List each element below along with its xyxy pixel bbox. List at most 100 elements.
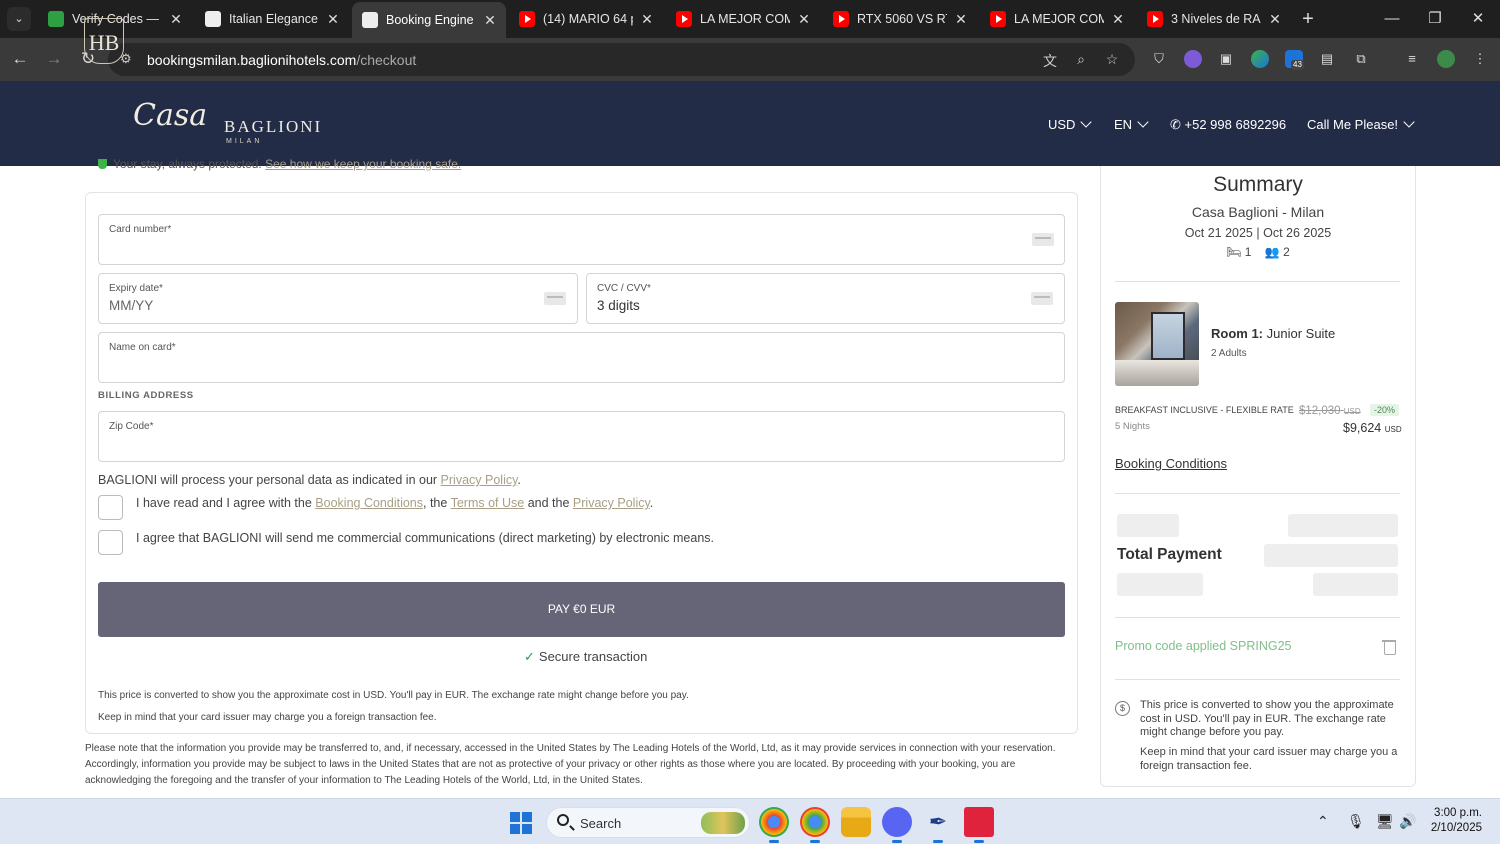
color-extension-icon[interactable] <box>1251 50 1269 68</box>
tab-la-mejor-comida-2[interactable]: LA MEJOR COMID ✕ <box>980 4 1134 34</box>
restore-button[interactable]: ❐ <box>1420 6 1450 32</box>
credit-card-icon <box>1032 233 1054 246</box>
phone-link[interactable]: ✆ +52 998 6892296 <box>1170 117 1286 133</box>
privacy-text: BAGLIONI will process your personal data… <box>98 473 438 487</box>
tab-la-mejor-comida-1[interactable]: LA MEJOR COMID ✕ <box>666 4 820 34</box>
search-highlight-icon <box>701 812 745 834</box>
terms-checkbox[interactable] <box>98 495 123 520</box>
call-me-dropdown[interactable]: Call Me Please! <box>1307 116 1415 132</box>
back-button[interactable]: ← <box>8 48 32 70</box>
room-label: Room 1: <box>1211 326 1263 341</box>
tab-search-button[interactable]: ⌄ <box>7 7 31 31</box>
close-icon[interactable]: ✕ <box>325 11 341 28</box>
language-label: EN <box>1114 117 1133 132</box>
room-photo-window <box>1151 312 1185 360</box>
summary-dates: Oct 21 2025 | Oct 26 2025 <box>1184 226 1332 240</box>
profile-avatar[interactable] <box>1437 50 1455 68</box>
badge-extension-icon[interactable]: 43 <box>1285 50 1304 70</box>
forward-button[interactable]: → <box>42 48 66 70</box>
minimize-button[interactable]: — <box>1377 6 1407 32</box>
red-app-icon[interactable] <box>964 807 994 843</box>
trash-icon[interactable] <box>1382 638 1396 655</box>
checkout-date: Oct 26 2025 <box>1263 226 1332 240</box>
translate-icon[interactable]: 文 <box>1040 51 1060 71</box>
room-photo[interactable] <box>1115 302 1199 386</box>
terms-consent: I have read and I agree with the Booking… <box>136 496 654 510</box>
zoom-icon[interactable]: ⌕ <box>1071 51 1091 68</box>
chrome-icon[interactable] <box>759 807 789 843</box>
bookmark-star-icon[interactable]: ☆ <box>1102 51 1122 68</box>
tab-title: Italian Elegance U <box>229 12 319 26</box>
system-clock[interactable]: 3:00 p.m. 2/10/2025 <box>1426 806 1482 836</box>
feather-app-icon[interactable]: ✒ <box>923 807 953 843</box>
tab-rtx-5060[interactable]: RTX 5060 VS RTX ✕ <box>823 4 977 34</box>
discounted-price-value: $9,624 <box>1343 421 1382 435</box>
chrome-profile-icon[interactable] <box>800 807 830 843</box>
summary-divider <box>1115 493 1400 494</box>
marketing-checkbox[interactable] <box>98 530 123 555</box>
phone-icon: ✆ <box>1170 117 1185 132</box>
taskbar-search[interactable]: Search <box>546 807 750 838</box>
data-transfer-disclaimer: Please note that the information you pro… <box>85 743 1056 786</box>
hotel-crest-logo[interactable]: HB <box>84 18 124 64</box>
tab-niveles-ram[interactable]: 3 Niveles de RAM ✕ <box>1137 4 1291 34</box>
booking-conditions-link[interactable]: Booking Conditions <box>315 496 423 510</box>
summary-currency-note: This price is converted to show you the … <box>1140 699 1394 738</box>
microphone-icon[interactable]: 🎙 <box>1347 813 1365 830</box>
privacy-policy-link[interactable]: Privacy Policy <box>573 496 650 510</box>
camera-extension-icon[interactable]: ▣ <box>1217 50 1235 68</box>
close-icon[interactable]: ✕ <box>796 11 812 28</box>
close-icon[interactable]: ✕ <box>1110 11 1126 28</box>
booking-conditions-link[interactable]: Booking Conditions <box>1115 456 1227 471</box>
shield-extension-icon[interactable]: ⛉ <box>1150 50 1168 68</box>
promo-code-applied: Promo code applied SPRING25 <box>1115 639 1292 653</box>
tab-booking-engine[interactable]: Booking Engine | I ✕ <box>352 2 506 38</box>
close-icon[interactable]: ✕ <box>1267 11 1283 28</box>
card-back-icon <box>1031 292 1053 305</box>
call-me-label: Call Me Please! <box>1307 117 1399 132</box>
loading-placeholder <box>1264 544 1398 567</box>
expiry-date-field[interactable]: Expiry date* MM/YY <box>98 273 578 324</box>
chevron-down-icon <box>1403 116 1415 128</box>
summary-title: Summary <box>1213 173 1303 196</box>
windows-start-button[interactable] <box>510 812 532 834</box>
page-icon <box>362 12 378 28</box>
name-on-card-field[interactable]: Name on card* <box>98 332 1065 383</box>
tab-mario-64[interactable]: (14) MARIO 64 pe ✕ <box>509 4 663 34</box>
phone-number: +52 998 6892296 <box>1184 117 1287 132</box>
chevron-down-icon <box>1080 116 1093 128</box>
puzzle-extensions-icon[interactable]: ⧉ <box>1352 50 1370 68</box>
close-icon[interactable]: ✕ <box>168 11 184 28</box>
file-explorer-icon[interactable] <box>841 807 871 837</box>
cvc-field[interactable]: CVC / CVV* 3 digits <box>586 273 1065 324</box>
guests-icon: 👥 <box>1264 245 1280 259</box>
new-tab-button[interactable]: + <box>1296 7 1320 31</box>
privacy-policy-link[interactable]: Privacy Policy <box>441 473 518 487</box>
checkin-date: Oct 21 2025 <box>1184 226 1253 240</box>
browser-menu-icon[interactable]: ⋮ <box>1471 50 1489 68</box>
room-adults: 2 Adults <box>1211 348 1247 359</box>
close-icon[interactable]: ✕ <box>482 12 498 29</box>
fee-note: Keep in mind that your card issuer may c… <box>98 712 437 723</box>
tab-italian-elegance[interactable]: Italian Elegance U ✕ <box>195 4 349 34</box>
terms-of-use-link[interactable]: Terms of Use <box>451 496 525 510</box>
wallet-extension-icon[interactable]: ▤ <box>1318 50 1336 68</box>
zip-code-field[interactable]: Zip Code* <box>98 411 1065 462</box>
close-icon[interactable]: ✕ <box>639 11 655 28</box>
close-window-button[interactable]: ✕ <box>1463 6 1493 32</box>
address-bar[interactable]: ⚙ bookingsmilan.baglionihotels.com/check… <box>108 43 1135 76</box>
language-dropdown[interactable]: EN <box>1114 116 1149 132</box>
media-control-icon[interactable]: ≡ <box>1403 50 1421 68</box>
discord-icon[interactable] <box>882 807 912 843</box>
volume-icon[interactable]: 🔊 <box>1399 813 1416 830</box>
purple-extension-icon[interactable] <box>1184 50 1202 68</box>
network-icon[interactable]: 🖥 <box>1376 813 1394 830</box>
loading-placeholder <box>1313 573 1398 596</box>
card-number-field[interactable]: Card number* <box>98 214 1065 265</box>
currency-dropdown[interactable]: USD <box>1048 116 1093 132</box>
pay-button[interactable]: PAY €0 EUR <box>98 582 1065 637</box>
chevron-up-icon[interactable]: ⌃ <box>1317 813 1329 830</box>
safety-info-link[interactable]: See how we keep your booking safe. <box>265 157 461 171</box>
search-label: Search <box>580 816 622 831</box>
close-icon[interactable]: ✕ <box>953 11 969 28</box>
